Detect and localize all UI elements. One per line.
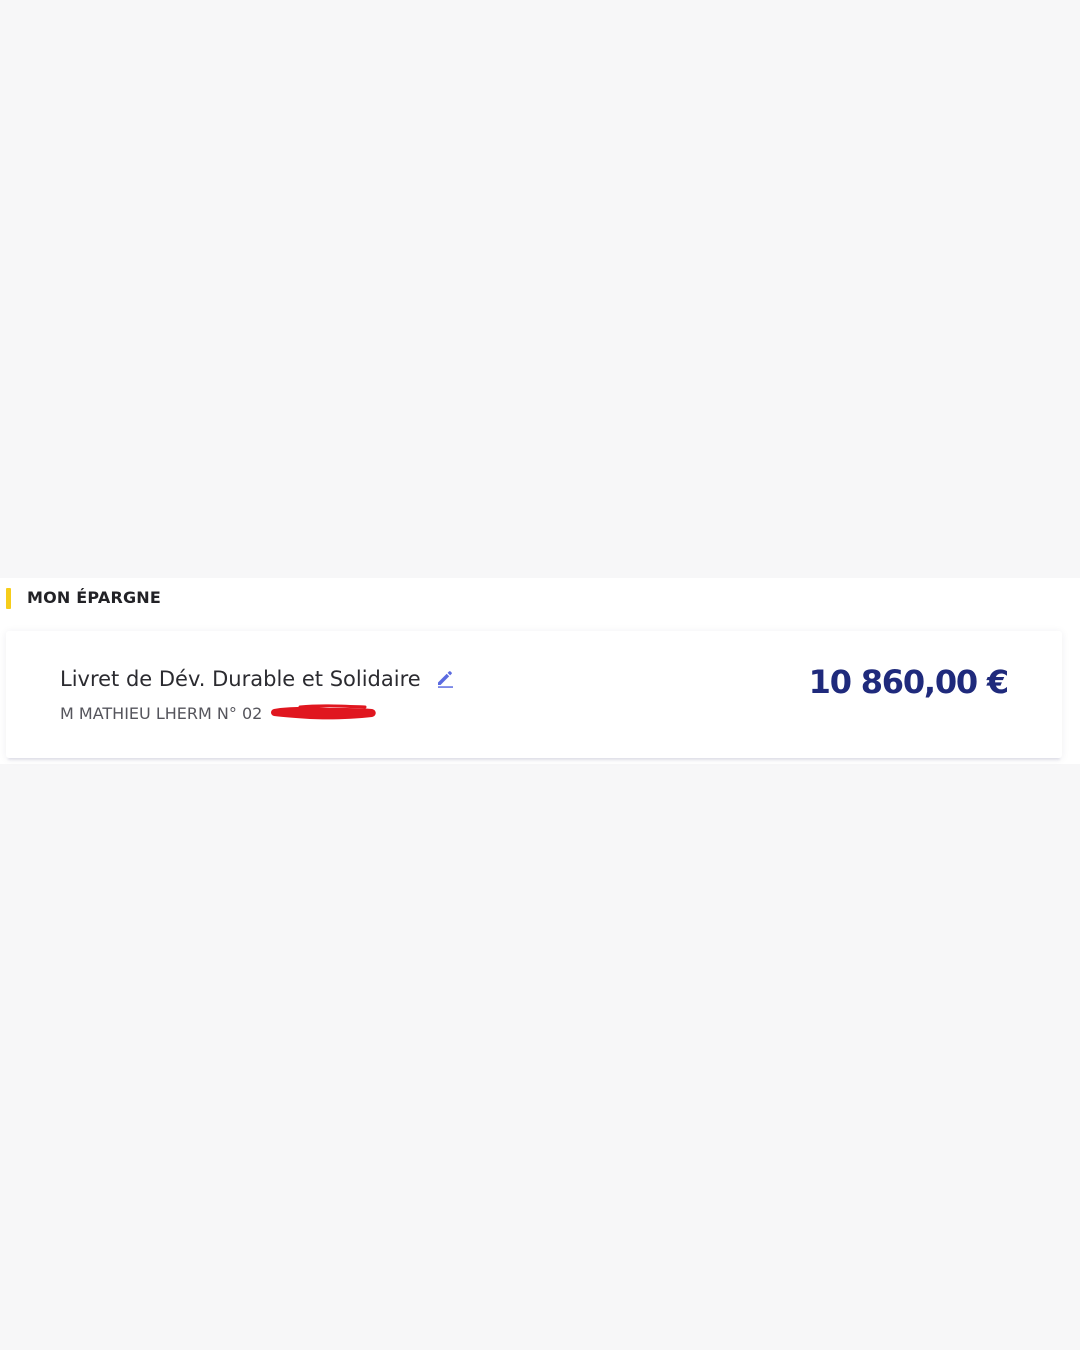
account-balance: 10 860,00 €	[808, 663, 1010, 701]
section-header: MON ÉPARGNE	[0, 578, 1080, 622]
account-card[interactable]: Livret de Dév. Durable et Solidaire M MA…	[6, 631, 1062, 758]
account-holder-and-number: M MATHIEU LHERM N° 02	[60, 704, 263, 723]
account-name: Livret de Dév. Durable et Solidaire	[60, 667, 421, 691]
savings-section: MON ÉPARGNE Livret de Dév. Durable et So…	[0, 578, 1080, 764]
redaction-scribble	[271, 704, 376, 720]
section-accent-bar	[6, 588, 11, 609]
section-title: MON ÉPARGNE	[27, 588, 162, 607]
pencil-icon[interactable]	[434, 667, 456, 689]
